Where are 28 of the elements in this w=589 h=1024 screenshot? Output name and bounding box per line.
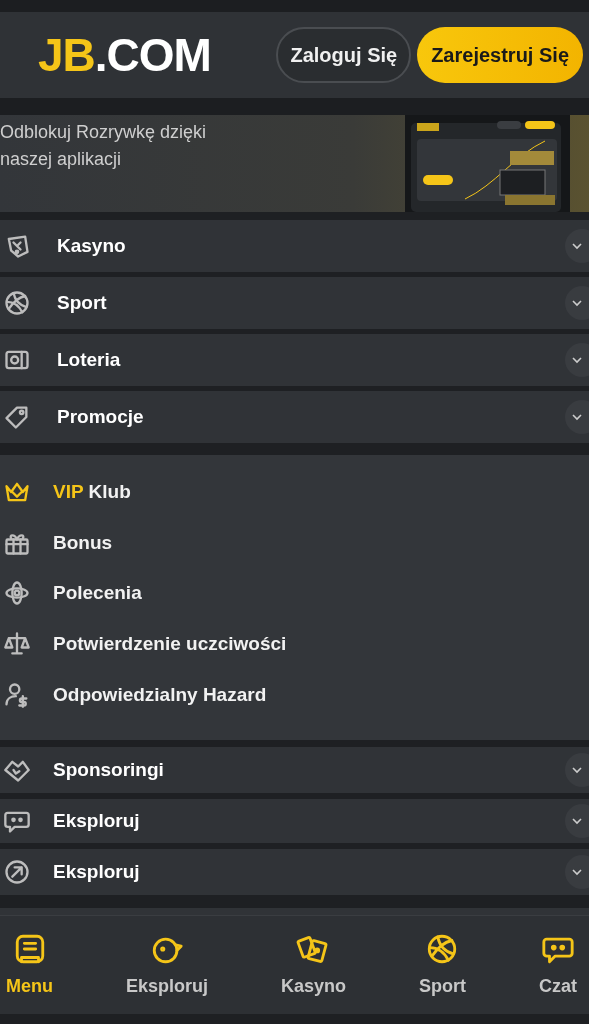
menu-link[interactable]: Odpowiedzialny Hazard [53,683,267,706]
nav-tab[interactable]: Sport [412,915,472,1014]
nav-tab[interactable]: Menu [0,915,59,1014]
nav-tab[interactable]: Czat [532,915,583,1014]
basketball-icon [3,289,31,317]
chevron-icon [571,240,583,252]
atom-icon [3,579,31,608]
logo[interactable]: JB.COM [38,28,277,82]
banner-text: Odblokuj Rozrywkę dzięki naszej aplikacji [0,121,208,171]
expand-button[interactable] [565,803,589,838]
expand-button[interactable] [565,752,589,787]
chevron-icon [571,411,583,423]
menu-link[interactable]: VIP Klub [53,481,131,504]
register-button[interactable]: Zarejestruj Się [417,27,583,83]
expand-button[interactable] [565,854,589,889]
menu-link[interactable]: Potwierdzenie uczciwości [53,633,287,656]
arrow-circle-icon [3,857,31,886]
login-button[interactable]: Zaloguj Się [276,27,412,83]
chevron-icon [571,354,583,366]
expand-button[interactable] [565,229,589,263]
expand-button[interactable] [565,286,589,320]
menu-link[interactable]: Polecenia [53,582,142,605]
menu-link[interactable]: Bonus [53,531,113,554]
expand-button[interactable] [565,400,589,434]
nav-tab[interactable]: Kasyno [274,915,352,1014]
chevron-icon [571,297,583,309]
expand-button[interactable] [565,343,589,377]
nav-tab[interactable]: Eksploruj [119,915,214,1014]
